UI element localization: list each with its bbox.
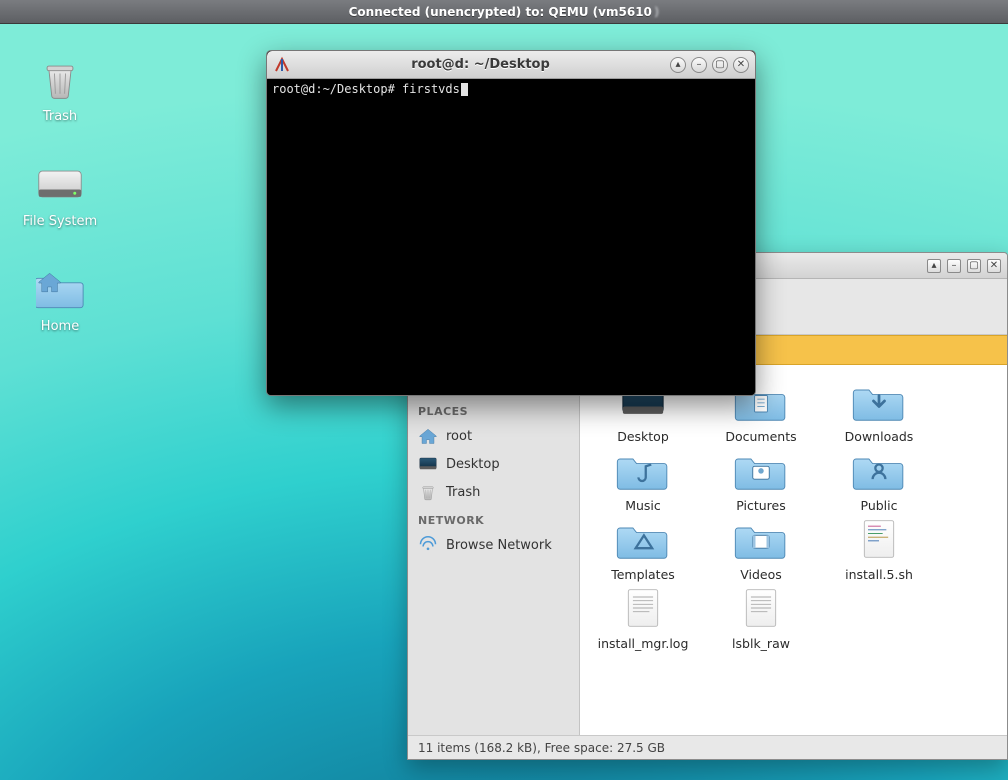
trash-icon [36, 55, 84, 103]
folder-music-icon [615, 448, 671, 492]
item-label: install.5.sh [829, 567, 929, 582]
window-up-button[interactable]: ▴ [670, 57, 686, 73]
folder-videos[interactable]: Videos [716, 517, 806, 582]
minimize-button[interactable]: – [691, 57, 707, 73]
sidebar-item-desktop[interactable]: Desktop [408, 450, 579, 478]
sidebar-header-places: PLACES [408, 397, 579, 422]
item-label: lsblk_raw [711, 636, 811, 651]
item-label: Videos [711, 567, 811, 582]
sidebar-header-network: NETWORK [408, 506, 579, 531]
maximize-button[interactable]: ▢ [712, 57, 728, 73]
sidebar-item-trash[interactable]: Trash [408, 478, 579, 506]
terminal-prompt: root@d:~/Desktop# [272, 82, 402, 96]
desktop: Connected (unencrypted) to: QEMU (vm5610… [0, 0, 1008, 780]
file-install-mgr-log[interactable]: install_mgr.log [598, 586, 688, 651]
sidebar-item-label: root [446, 429, 472, 444]
folder-downloads[interactable]: Downloads [834, 379, 924, 444]
vnc-status-bar: Connected (unencrypted) to: QEMU (vm5610… [0, 0, 1008, 24]
terminal-screen[interactable]: root@d:~/Desktop# firstvds [267, 79, 755, 395]
desktop-icon-home[interactable]: Home [10, 265, 110, 334]
folder-videos-icon [733, 517, 789, 561]
file-manager-content[interactable]: Desktop Documents Downloads Music Pictur… [580, 365, 1007, 735]
script-file-icon [851, 517, 907, 561]
item-label: Templates [593, 567, 693, 582]
item-label: install_mgr.log [593, 636, 693, 651]
sidebar-item-label: Desktop [446, 457, 500, 472]
desktop-icon-label: Trash [10, 109, 110, 124]
item-label: Music [593, 498, 693, 513]
folder-music[interactable]: Music [598, 448, 688, 513]
drive-icon [36, 160, 84, 208]
desktop-icon-filesystem[interactable]: File System [10, 160, 110, 229]
folder-pictures[interactable]: Pictures [716, 448, 806, 513]
folder-templates[interactable]: Templates [598, 517, 688, 582]
file-manager-status-bar: 11 items (168.2 kB), Free space: 27.5 GB [408, 735, 1007, 759]
text-file-icon [733, 586, 789, 630]
file-install-5-sh[interactable]: install.5.sh [834, 517, 924, 582]
wifi-icon [418, 536, 438, 554]
sidebar-item-root[interactable]: root [408, 422, 579, 450]
item-label: Public [829, 498, 929, 513]
sidebar-item-label: Trash [446, 485, 480, 500]
folder-downloads-icon [851, 379, 907, 423]
status-text: 11 items (168.2 kB), Free space: 27.5 GB [418, 741, 665, 755]
item-label: Pictures [711, 498, 811, 513]
home-icon [418, 427, 438, 445]
terminal-title: root@d: ~/Desktop [297, 57, 664, 72]
terminal-command: firstvds [402, 82, 460, 96]
file-manager-body: File System PLACES root Desktop Trash NE… [408, 365, 1007, 735]
desktop-icon-label: File System [10, 214, 110, 229]
file-lsblk-raw[interactable]: lsblk_raw [716, 586, 806, 651]
folder-home-icon [36, 265, 84, 313]
terminal-window: root@d: ~/Desktop ▴ – ▢ ✕ root@d:~/Deskt… [266, 50, 756, 396]
folder-templates-icon [615, 517, 671, 561]
desktop-icon-label: Home [10, 319, 110, 334]
terminal-app-icon [273, 56, 291, 74]
file-manager-sidebar: File System PLACES root Desktop Trash NE… [408, 365, 580, 735]
sidebar-item-label: Browse Network [446, 538, 552, 553]
item-label: Desktop [593, 429, 693, 444]
close-button[interactable]: ✕ [733, 57, 749, 73]
folder-public-icon [851, 448, 907, 492]
item-label: Documents [711, 429, 811, 444]
terminal-titlebar[interactable]: root@d: ~/Desktop ▴ – ▢ ✕ [267, 51, 755, 79]
item-label: Downloads [829, 429, 929, 444]
desktop-icon [418, 455, 438, 473]
window-up-button[interactable]: ▴ [927, 259, 941, 273]
text-file-icon [615, 586, 671, 630]
terminal-cursor [461, 83, 468, 96]
close-button[interactable]: ✕ [987, 259, 1001, 273]
minimize-button[interactable]: – [947, 259, 961, 273]
vnc-status-text: Connected (unencrypted) to: QEMU (vm5610 [349, 5, 652, 19]
sidebar-item-browse-network[interactable]: Browse Network [408, 531, 579, 559]
maximize-button[interactable]: ▢ [967, 259, 981, 273]
folder-pictures-icon [733, 448, 789, 492]
desktop-icon-trash[interactable]: Trash [10, 55, 110, 124]
trash-icon [418, 483, 438, 501]
folder-public[interactable]: Public [834, 448, 924, 513]
vnc-status-obscured: ) [654, 5, 659, 19]
